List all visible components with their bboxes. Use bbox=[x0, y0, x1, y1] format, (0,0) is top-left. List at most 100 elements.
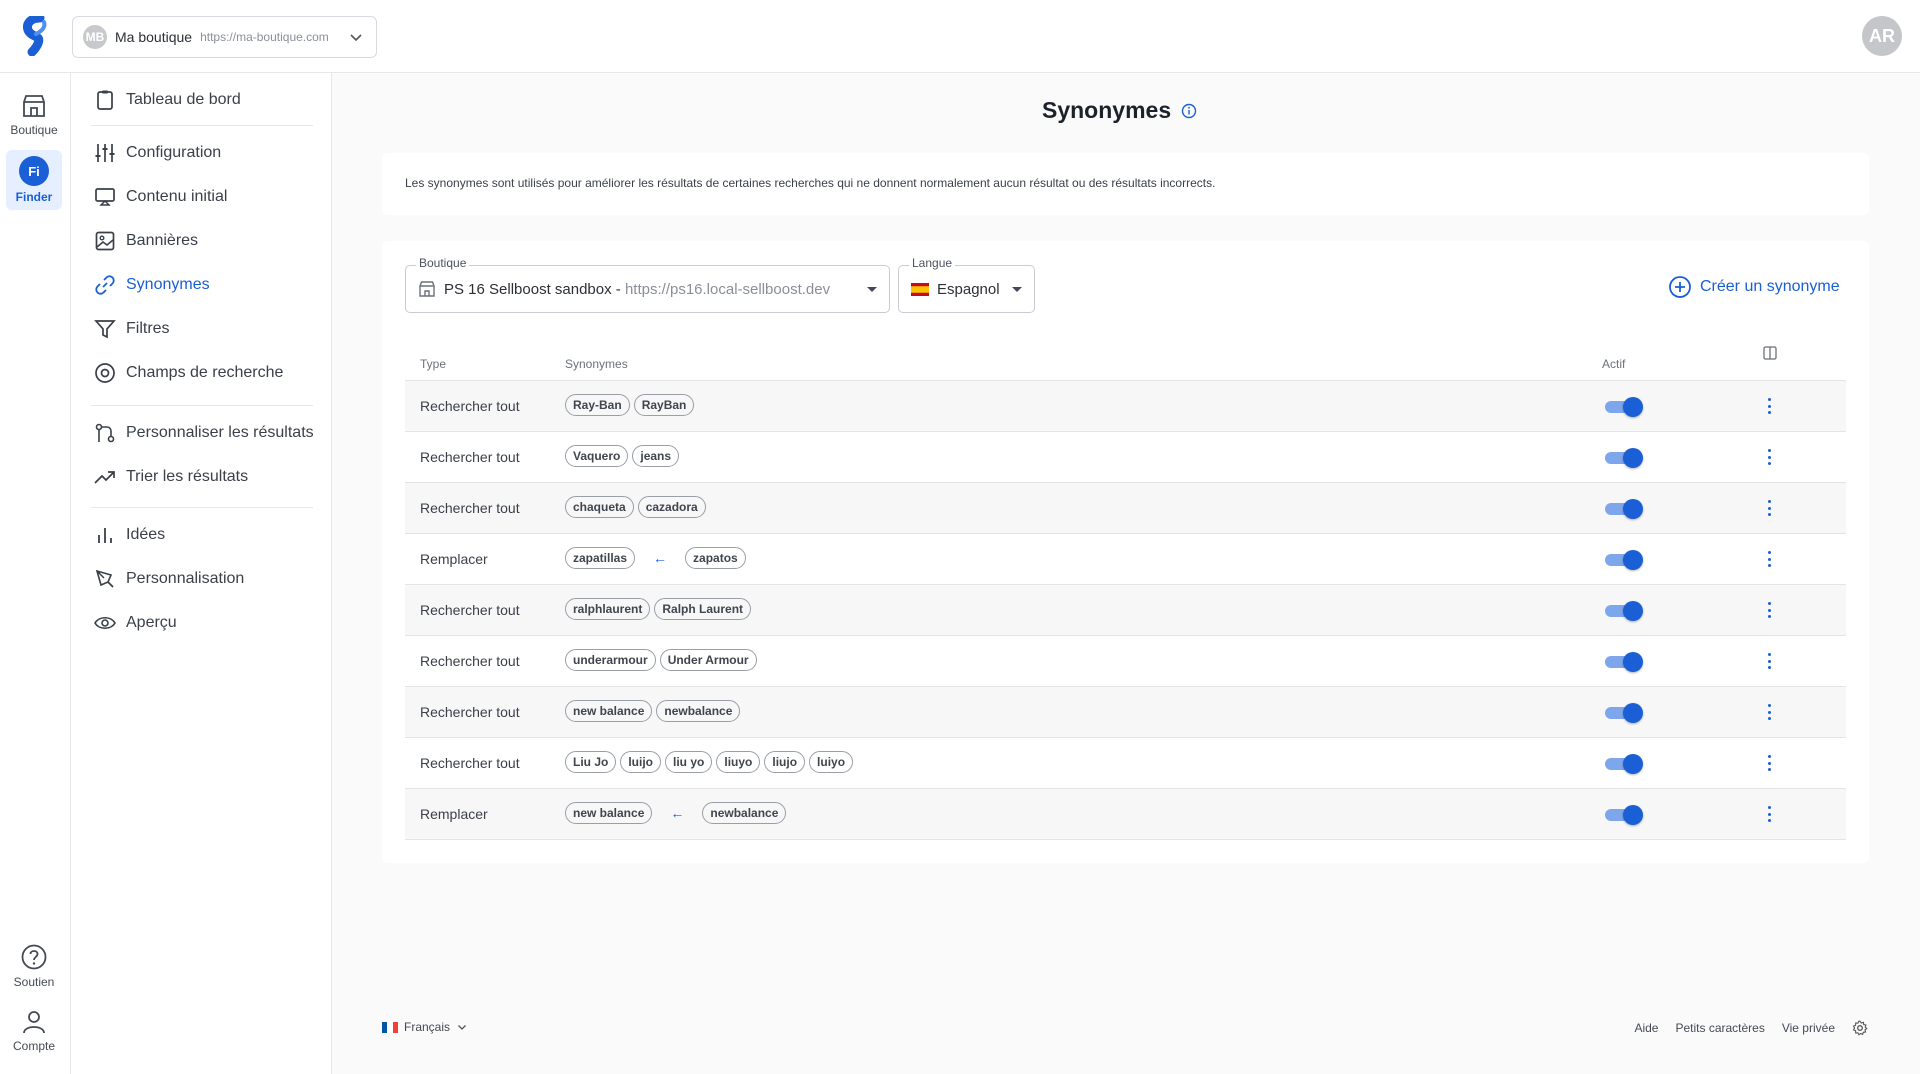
sidebar-item-label: Champs de recherche bbox=[126, 364, 284, 381]
row-type: Rechercher tout bbox=[420, 500, 520, 516]
info-icon[interactable] bbox=[1181, 103, 1197, 119]
langue-select[interactable]: Langue Espagnol bbox=[898, 256, 1035, 313]
column-header-synonymes[interactable]: Synonymes bbox=[565, 357, 628, 371]
boutique-select[interactable]: Boutique PS 16 Sellboost sandbox - https… bbox=[405, 256, 890, 313]
active-toggle[interactable] bbox=[1605, 499, 1643, 519]
toggle-knob bbox=[1623, 754, 1643, 774]
more-vertical-icon[interactable] bbox=[1766, 551, 1772, 567]
active-toggle[interactable] bbox=[1605, 601, 1643, 621]
sidebar-item-champs-de-recherche[interactable]: Champs de recherche bbox=[94, 359, 283, 387]
footer-link-petits-caracteres[interactable]: Petits caractères bbox=[1675, 1021, 1764, 1035]
synonym-chip: luijo bbox=[620, 751, 662, 773]
sidebar-item-idees[interactable]: Idées bbox=[94, 521, 165, 549]
sidebar: Tableau de bord Configuration Contenu in… bbox=[71, 73, 332, 1074]
user-avatar[interactable]: AR bbox=[1862, 16, 1902, 56]
language-label: Français bbox=[404, 1020, 451, 1034]
footer-link-vie-privee[interactable]: Vie privée bbox=[1782, 1021, 1835, 1035]
active-toggle[interactable] bbox=[1605, 550, 1643, 570]
store-icon bbox=[23, 95, 45, 117]
chevron-down-icon bbox=[350, 34, 362, 42]
boutique-name: PS 16 Sellboost sandbox bbox=[444, 280, 612, 298]
columns-icon[interactable] bbox=[1762, 345, 1778, 361]
shop-selector[interactable]: MB Ma boutique https://ma-boutique.com bbox=[72, 16, 377, 58]
column-header-type[interactable]: Type bbox=[420, 357, 446, 371]
description-card: Les synonymes sont utilisés pour amélior… bbox=[382, 153, 1869, 215]
rail-item-finder[interactable]: Fi Finder bbox=[6, 150, 62, 210]
more-vertical-icon[interactable] bbox=[1766, 449, 1772, 465]
create-synonym-label: Créer un synonyme bbox=[1700, 278, 1840, 295]
sidebar-item-label: Idées bbox=[126, 526, 166, 543]
active-toggle[interactable] bbox=[1605, 397, 1643, 417]
toggle-knob bbox=[1623, 397, 1643, 417]
sidebar-item-filtres[interactable]: Filtres bbox=[94, 315, 170, 343]
synonym-chip: cazadora bbox=[637, 496, 706, 518]
sidebar-item-personnaliser-les-resultats[interactable]: Personnaliser les résultats bbox=[94, 419, 314, 447]
sidebar-item-contenu-initial[interactable]: Contenu initial bbox=[94, 183, 227, 211]
sidebar-item-label: Bannières bbox=[126, 232, 199, 249]
toggle-knob bbox=[1623, 652, 1643, 672]
row-type: Rechercher tout bbox=[420, 653, 520, 669]
finder-icon: Fi bbox=[19, 156, 49, 186]
page-title-row: Synonymes bbox=[1042, 97, 1197, 124]
synonym-chips: zapatillas ← zapatos bbox=[565, 547, 746, 569]
france-flag-icon bbox=[382, 1021, 398, 1033]
synonym-chips: ralphlaurent Ralph Laurent bbox=[565, 598, 752, 620]
sidebar-item-label: Personnalisation bbox=[126, 570, 245, 587]
synonym-chip: new balance bbox=[565, 700, 653, 722]
more-vertical-icon[interactable] bbox=[1766, 602, 1772, 618]
synonym-chip: jeans bbox=[632, 445, 680, 467]
active-toggle[interactable] bbox=[1605, 703, 1643, 723]
row-type: Remplacer bbox=[420, 806, 488, 822]
column-header-actif[interactable]: Actif bbox=[1602, 357, 1625, 371]
toggle-knob bbox=[1623, 601, 1643, 621]
more-vertical-icon[interactable] bbox=[1766, 755, 1772, 771]
synonym-chip: underarmour bbox=[565, 649, 656, 671]
table-row: Rechercher tout Ray-Ban RayBan bbox=[405, 381, 1846, 432]
sidebar-item-synonymes[interactable]: Synonymes bbox=[94, 271, 210, 299]
toggle-knob bbox=[1623, 448, 1643, 468]
more-vertical-icon[interactable] bbox=[1766, 806, 1772, 822]
active-toggle[interactable] bbox=[1605, 754, 1643, 774]
sidebar-item-configuration[interactable]: Configuration bbox=[94, 139, 221, 167]
sidebar-item-apercu[interactable]: Aperçu bbox=[94, 609, 177, 637]
synonym-chip: zapatillas bbox=[565, 547, 636, 569]
shop-url: https://ma-boutique.com bbox=[200, 30, 329, 44]
sidebar-item-tableau-de-bord[interactable]: Tableau de bord bbox=[94, 86, 241, 114]
footer-link-aide[interactable]: Aide bbox=[1634, 1021, 1658, 1035]
sidebar-item-trier-les-resultats[interactable]: Trier les résultats bbox=[94, 463, 248, 491]
synonym-chips: Vaquero jeans bbox=[565, 445, 680, 467]
active-toggle[interactable] bbox=[1605, 652, 1643, 672]
eye-icon bbox=[94, 616, 116, 630]
active-toggle[interactable] bbox=[1605, 448, 1643, 468]
more-vertical-icon[interactable] bbox=[1766, 704, 1772, 720]
rail-item-boutique[interactable]: Boutique bbox=[6, 85, 62, 145]
sidebar-item-bannieres[interactable]: Bannières bbox=[94, 227, 198, 255]
rail-item-soutien[interactable]: Soutien bbox=[6, 936, 62, 996]
more-vertical-icon[interactable] bbox=[1766, 500, 1772, 516]
sellboost-logo-icon[interactable] bbox=[22, 16, 52, 56]
langue-label: Langue bbox=[909, 256, 956, 270]
screen-icon bbox=[95, 188, 115, 206]
divider bbox=[91, 507, 313, 508]
langue-value: Espagnol bbox=[937, 280, 1000, 298]
rail-item-compte[interactable]: Compte bbox=[6, 1001, 62, 1061]
shop-name: Ma boutique bbox=[115, 29, 193, 45]
sidebar-item-personnalisation[interactable]: Personnalisation bbox=[94, 565, 244, 593]
synonym-chip: zapatos bbox=[685, 547, 746, 569]
more-vertical-icon[interactable] bbox=[1766, 653, 1772, 669]
toggle-knob bbox=[1623, 550, 1643, 570]
synonym-chip: chaqueta bbox=[565, 496, 634, 518]
synonym-chip: Liu Jo bbox=[565, 751, 617, 773]
active-toggle[interactable] bbox=[1605, 805, 1643, 825]
table-row: Rechercher tout chaqueta cazadora bbox=[405, 483, 1846, 534]
synonym-chip: liu yo bbox=[665, 751, 713, 773]
language-selector[interactable]: Français bbox=[382, 1020, 468, 1034]
synonym-chip: luiyo bbox=[809, 751, 854, 773]
synonym-chip: Under Armour bbox=[659, 649, 757, 671]
image-icon bbox=[95, 231, 115, 251]
table-row: Remplacer new balance ← newbalance bbox=[405, 789, 1846, 840]
synonym-chips: Ray-Ban RayBan bbox=[565, 394, 695, 416]
more-vertical-icon[interactable] bbox=[1766, 398, 1772, 414]
gear-icon[interactable] bbox=[1852, 1020, 1868, 1036]
create-synonym-button[interactable]: Créer un synonyme bbox=[1668, 275, 1840, 299]
